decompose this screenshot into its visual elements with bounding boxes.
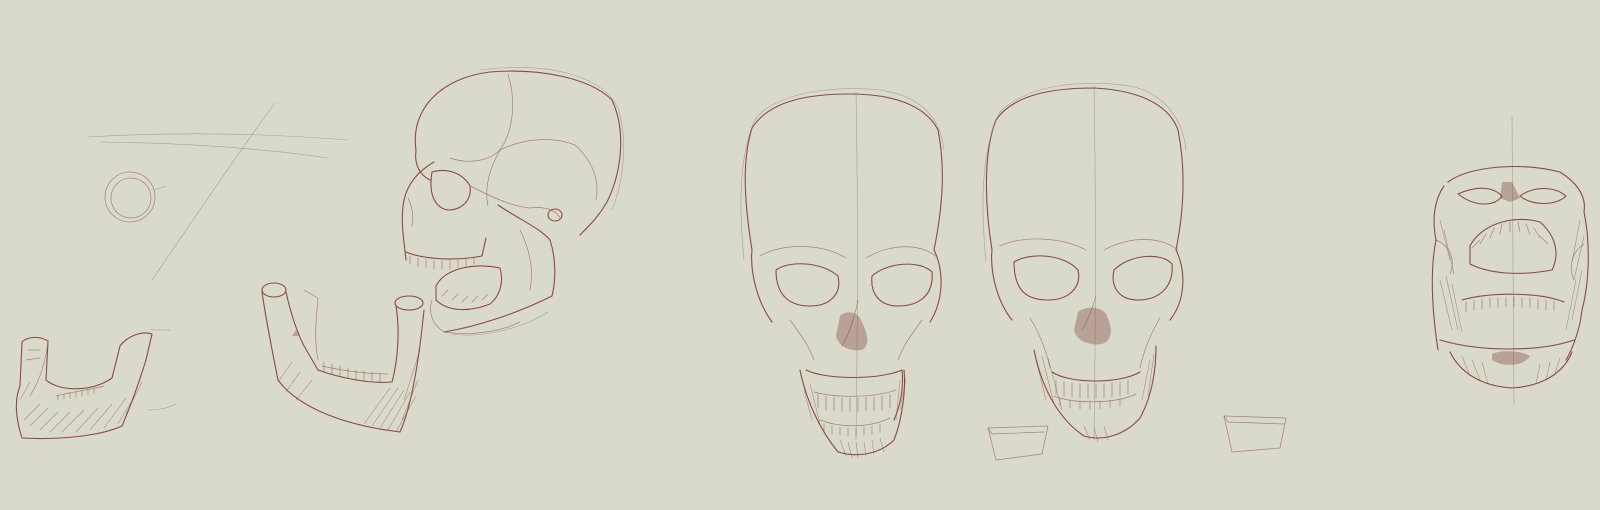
sketch-sheet: [15, 67, 1589, 461]
box-guide-sketches: [987, 415, 1287, 461]
skull-front-closed-sketch: [982, 83, 1187, 443]
skull-three-quarter-sketch: [401, 67, 624, 336]
skull-underside-sketch: [1431, 115, 1589, 405]
drawing-canvas: [0, 0, 1600, 510]
mandible-large-sketch: [261, 282, 425, 433]
skull-front-open-sketch: [740, 88, 945, 459]
guide-lines-sketch: [87, 102, 349, 281]
mandible-small-sketch: [15, 329, 177, 440]
